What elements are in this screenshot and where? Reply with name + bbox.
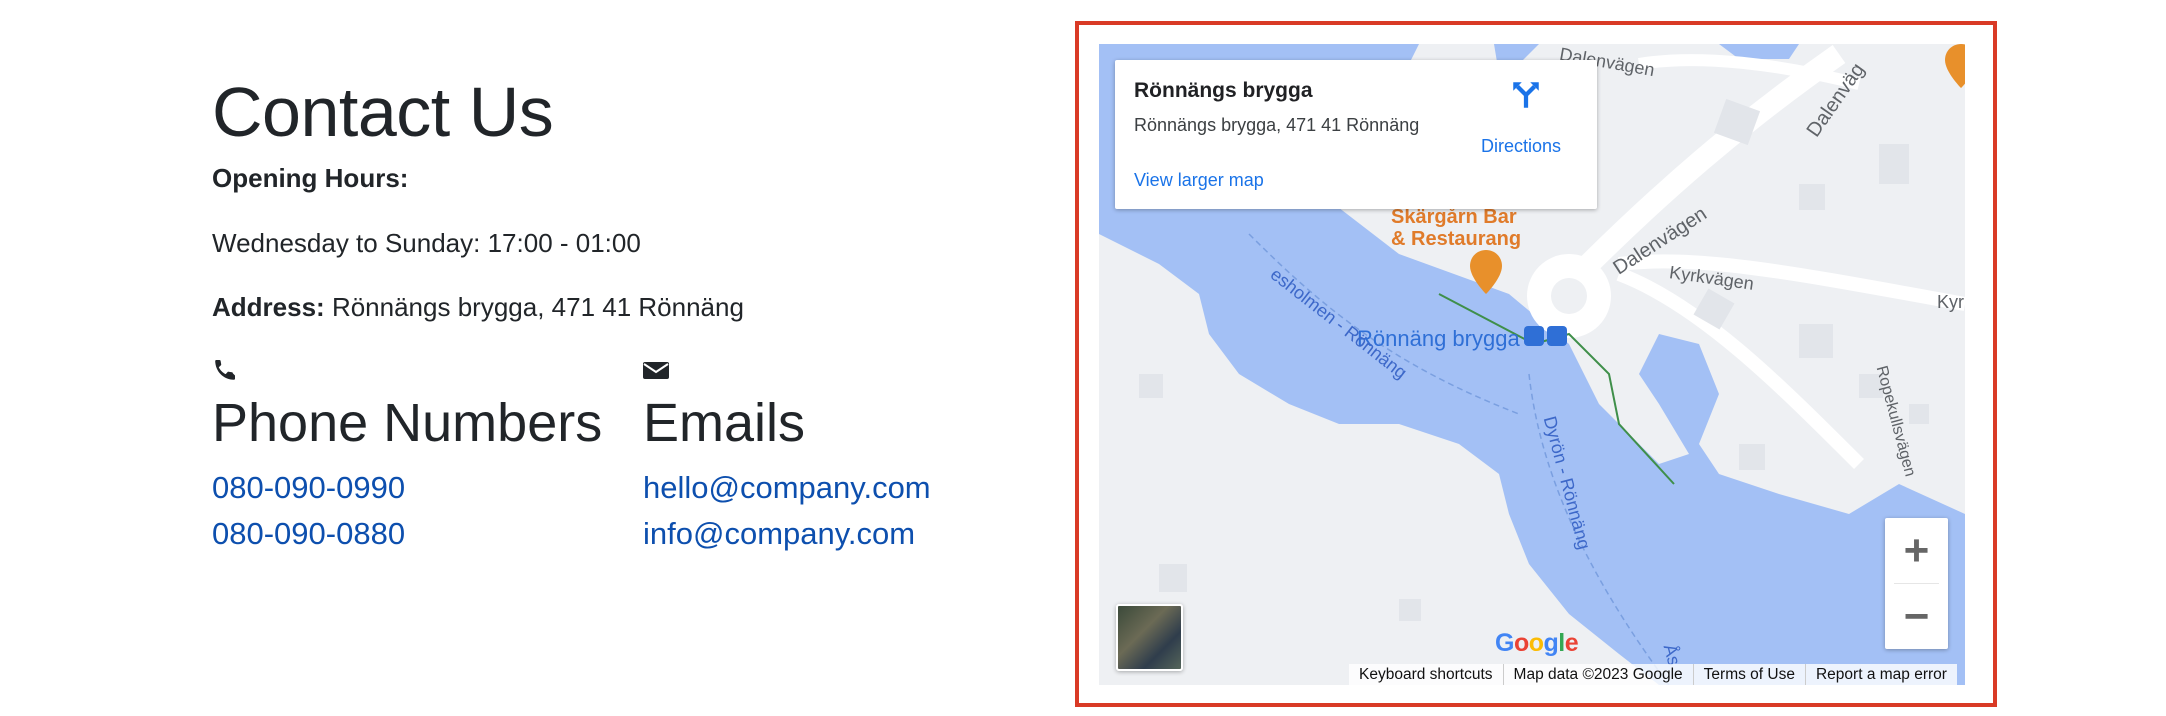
opening-hours-value: Wednesday to Sunday: 17:00 - 01:00 [212, 228, 641, 258]
zoom-in-button[interactable]: + [1885, 518, 1948, 583]
place-info-card: Rönnängs brygga Rönnängs brygga, 471 41 … [1115, 60, 1597, 209]
email-link[interactable]: hello@company.com [643, 470, 931, 506]
street-label: Kyr [1937, 292, 1964, 312]
phone-link[interactable]: 080-090-0990 [212, 470, 405, 506]
address: Address: Rönnängs brygga, 471 41 Rönnäng [212, 292, 744, 323]
address-label: Address: [212, 292, 325, 322]
phone-numbers-heading: Phone Numbers [212, 393, 603, 453]
place-name: Rönnängs brygga [1134, 79, 1313, 102]
phone-link[interactable]: 080-090-0880 [212, 516, 405, 552]
email-link[interactable]: info@company.com [643, 516, 915, 552]
envelope-icon [643, 362, 669, 379]
satellite-toggle-button[interactable] [1116, 604, 1183, 671]
map-footer: Keyboard shortcuts Map data ©2023 Google… [1349, 664, 1957, 685]
directions-icon[interactable] [1509, 78, 1543, 112]
emails-heading: Emails [643, 393, 806, 453]
restaurant-label: Skärgårn Bar & Restaurang [1391, 206, 1522, 250]
google-logo: Google [1495, 629, 1579, 657]
keyboard-shortcuts-link[interactable]: Keyboard shortcuts [1349, 664, 1503, 685]
map-data-attribution: Map data ©2023 Google [1502, 664, 1693, 685]
directions-link[interactable]: Directions [1481, 136, 1561, 157]
view-larger-map-link[interactable]: View larger map [1134, 170, 1264, 191]
report-map-error-link[interactable]: Report a map error [1804, 664, 1957, 685]
opening-hours-label: Opening Hours: [212, 163, 409, 193]
zoom-out-button[interactable]: − [1885, 584, 1948, 649]
page-title: Contact Us [212, 73, 554, 151]
phone-icon [215, 360, 235, 380]
zoom-control: + − [1885, 518, 1948, 649]
place-address: Rönnängs brygga, 471 41 Rönnäng [1134, 115, 1420, 135]
terms-of-use-link[interactable]: Terms of Use [1692, 664, 1805, 685]
address-value: Rönnängs brygga, 471 41 Rönnäng [331, 292, 744, 322]
embedded-map[interactable]: Skärgårn Bar & Restaurang Rönnäng brygga… [1099, 44, 1965, 685]
